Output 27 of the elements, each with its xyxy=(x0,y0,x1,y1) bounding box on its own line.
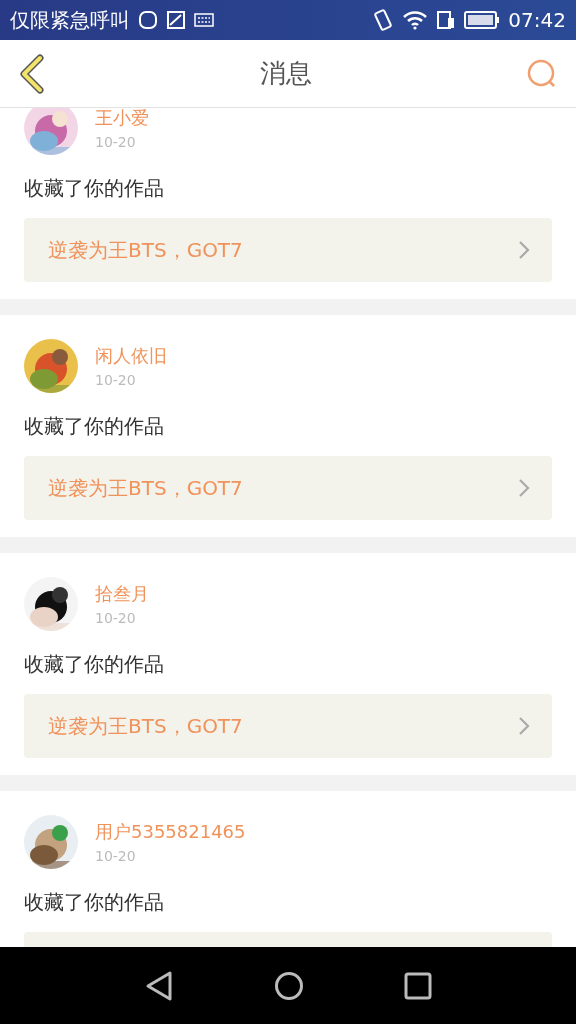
message-text: 收藏了你的作品 xyxy=(24,175,165,202)
chevron-icon xyxy=(518,478,530,498)
message-text: 收藏了你的作品 xyxy=(24,651,165,678)
wifi-icon xyxy=(402,10,429,30)
chevron-icon xyxy=(518,240,530,260)
user-name[interactable]: 王小爱 xyxy=(95,108,149,130)
work-link[interactable]: 逆袭为王BTS，GOT7 xyxy=(24,694,552,758)
sim-icon xyxy=(436,10,457,30)
message-date: 10-20 xyxy=(95,134,137,150)
message-date: 10-20 xyxy=(95,848,137,864)
user-name[interactable]: 闲人依旧 xyxy=(95,344,167,368)
message-date: 10-20 xyxy=(95,610,137,626)
work-link[interactable]: 逆袭为王BTS，GOT7 xyxy=(24,456,552,520)
status-time: 07:42 xyxy=(508,8,566,32)
message-text: 收藏了你的作品 xyxy=(24,889,165,916)
message-text: 收藏了你的作品 xyxy=(24,413,165,440)
user-name[interactable]: 拾叁月 xyxy=(95,582,149,606)
message-date: 10-20 xyxy=(95,372,137,388)
chevron-icon xyxy=(518,716,530,736)
image-icon xyxy=(166,10,186,30)
page-title: 消息 xyxy=(260,57,312,90)
battery-icon xyxy=(464,11,501,29)
vibrate-icon xyxy=(372,8,395,32)
status-text: 仅限紧急呼叫 xyxy=(10,6,130,34)
keyboard-icon xyxy=(194,13,214,27)
work-link[interactable]: 逆袭为王BTS，GOT7 xyxy=(24,218,552,282)
user-name[interactable]: 用户5355821465 xyxy=(95,820,246,844)
